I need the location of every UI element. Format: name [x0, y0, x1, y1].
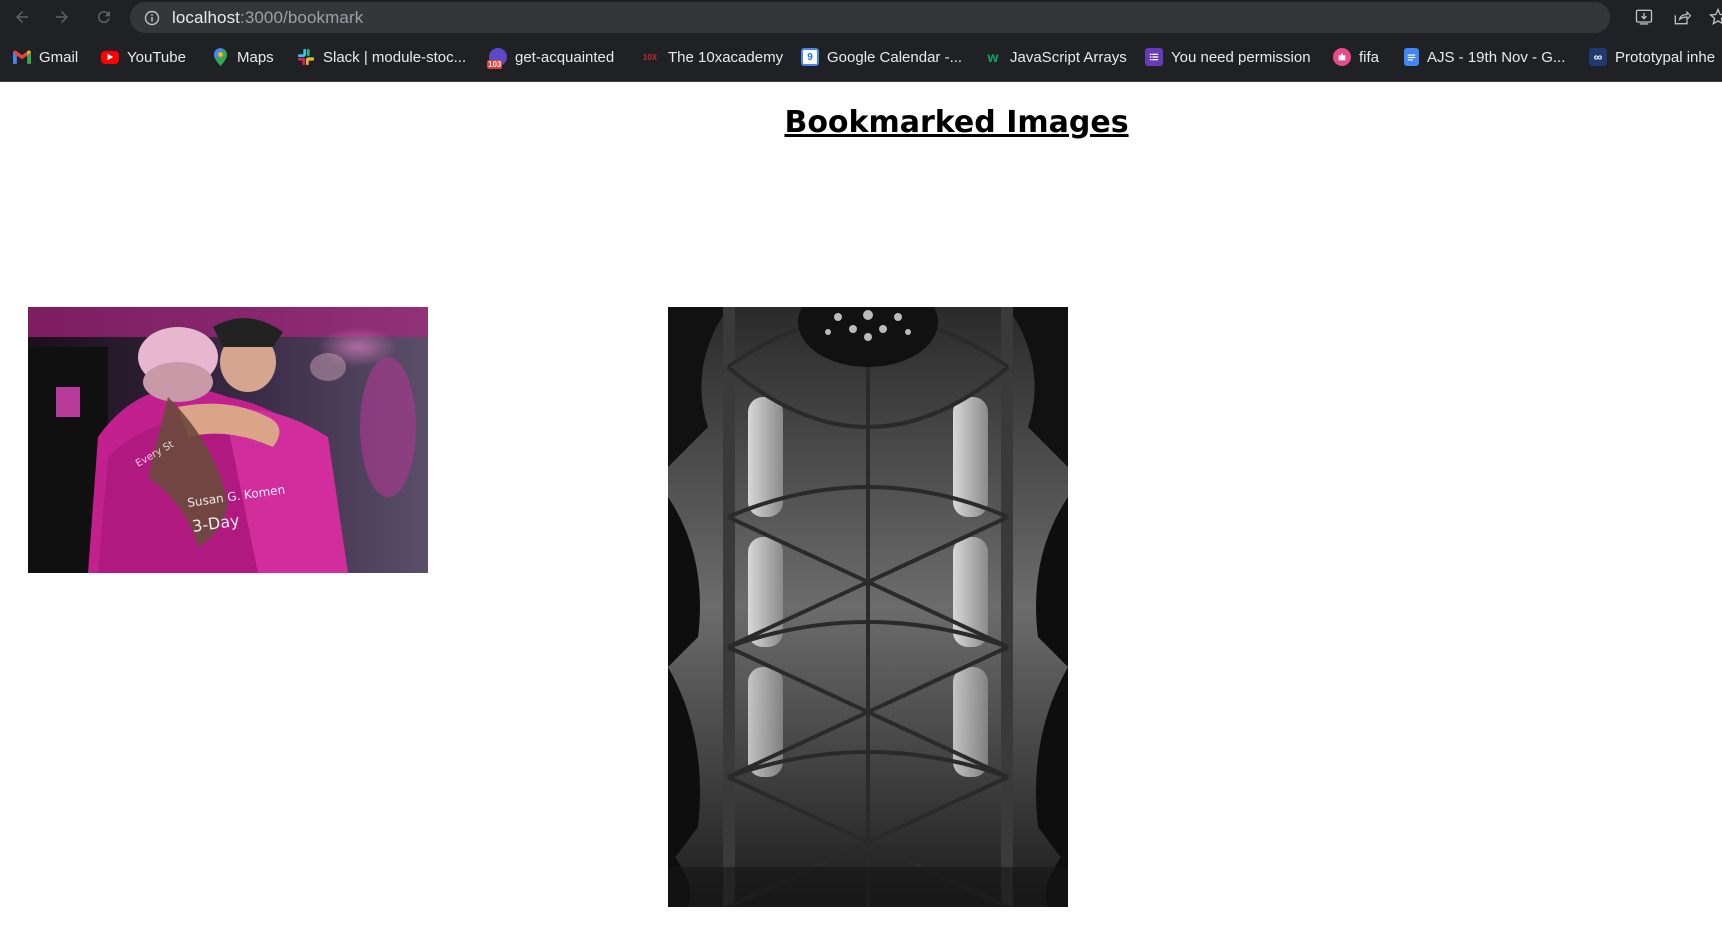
bookmark-label: YouTube	[127, 48, 186, 66]
share-icon[interactable]	[1670, 5, 1694, 29]
bookmark-javascript-arrays[interactable]: w JavaScript Arrays	[984, 46, 1127, 68]
gmail-icon	[13, 48, 31, 66]
bookmark-label: fifa	[1359, 48, 1380, 66]
youtube-icon	[101, 50, 119, 64]
hug-photo[interactable]: Susan G. Komen 3-Day Every St	[28, 307, 428, 573]
back-icon[interactable]	[10, 5, 34, 29]
bookmark-you-need-permission[interactable]: You need permission	[1145, 46, 1311, 68]
slack-icon	[297, 48, 315, 66]
calendar-day: 9	[807, 51, 813, 63]
bookmark-ajs-19th-nov[interactable]: AJS - 19th Nov - G...	[1404, 46, 1565, 68]
forms-icon	[1145, 48, 1163, 66]
bookmark-label: Maps	[237, 48, 274, 66]
bookmark-maps[interactable]: Maps	[211, 46, 274, 68]
w3-icon: w	[987, 49, 999, 65]
10x-icon: 10X	[642, 52, 658, 62]
forward-icon[interactable]	[50, 5, 74, 29]
bookmark-label: Gmail	[39, 48, 79, 66]
bookmark-label: Slack | module-stoc...	[323, 48, 467, 66]
badge-icon: 103	[487, 48, 507, 69]
bookmark-prototypal[interactable]: ∞ Prototypal inhe	[1589, 46, 1715, 68]
bookmark-label: get-acquainted	[515, 48, 615, 66]
bookmark-label: Google Calendar -...	[827, 48, 963, 66]
bookmark-youtube[interactable]: YouTube	[101, 46, 186, 68]
url-path: :3000/bookmark	[240, 7, 364, 27]
address-bar[interactable]: localhost:3000/bookmark	[130, 2, 1610, 33]
bookmark-google-calendar[interactable]: 9 Google Calendar -...	[801, 46, 962, 68]
bookmarks-bar: Gmail YouTube Maps Slack | module-stoc..…	[0, 34, 1722, 82]
bookmark-label: You need permission	[1171, 48, 1311, 66]
install-icon[interactable]	[1632, 5, 1656, 29]
url-host: localhost	[172, 7, 240, 27]
toolbar-actions	[1632, 5, 1722, 29]
calendar-icon: 9	[801, 48, 819, 66]
reload-icon[interactable]	[92, 5, 116, 29]
browser-toolbar: localhost:3000/bookmark	[0, 0, 1722, 34]
bookmark-fifa[interactable]: fifa	[1333, 46, 1379, 68]
site-info-icon[interactable]	[144, 10, 160, 26]
bookmark-gmail[interactable]: Gmail	[13, 46, 78, 68]
bookmark-label: JavaScript Arrays	[1010, 48, 1127, 66]
maps-icon	[211, 48, 229, 66]
bookmark-label: The 10xacademy	[668, 48, 784, 66]
codeinfinity-icon: ∞	[1589, 48, 1607, 66]
badge-count: 103	[487, 60, 503, 69]
star-icon[interactable]	[1708, 5, 1722, 29]
fifa-icon	[1333, 48, 1351, 66]
bookmark-slack[interactable]: Slack | module-stoc...	[297, 46, 466, 68]
page-title: Bookmarked Images	[784, 105, 1129, 140]
bookmark-label: AJS - 19th Nov - G...	[1427, 48, 1566, 66]
url-text: localhost:3000/bookmark	[172, 8, 363, 28]
cathedral-ceiling-photo[interactable]	[668, 307, 1068, 907]
bookmark-10xacademy[interactable]: 10X The 10xacademy	[640, 46, 783, 68]
bookmark-label: Prototypal inhe	[1615, 48, 1716, 66]
docs-icon	[1404, 48, 1419, 66]
bookmark-get-acquainted[interactable]: 103 get-acquainted	[487, 46, 615, 69]
photo-icon: Susan G. Komen 3-Day Every St	[28, 307, 428, 573]
photo-icon	[668, 307, 1068, 907]
